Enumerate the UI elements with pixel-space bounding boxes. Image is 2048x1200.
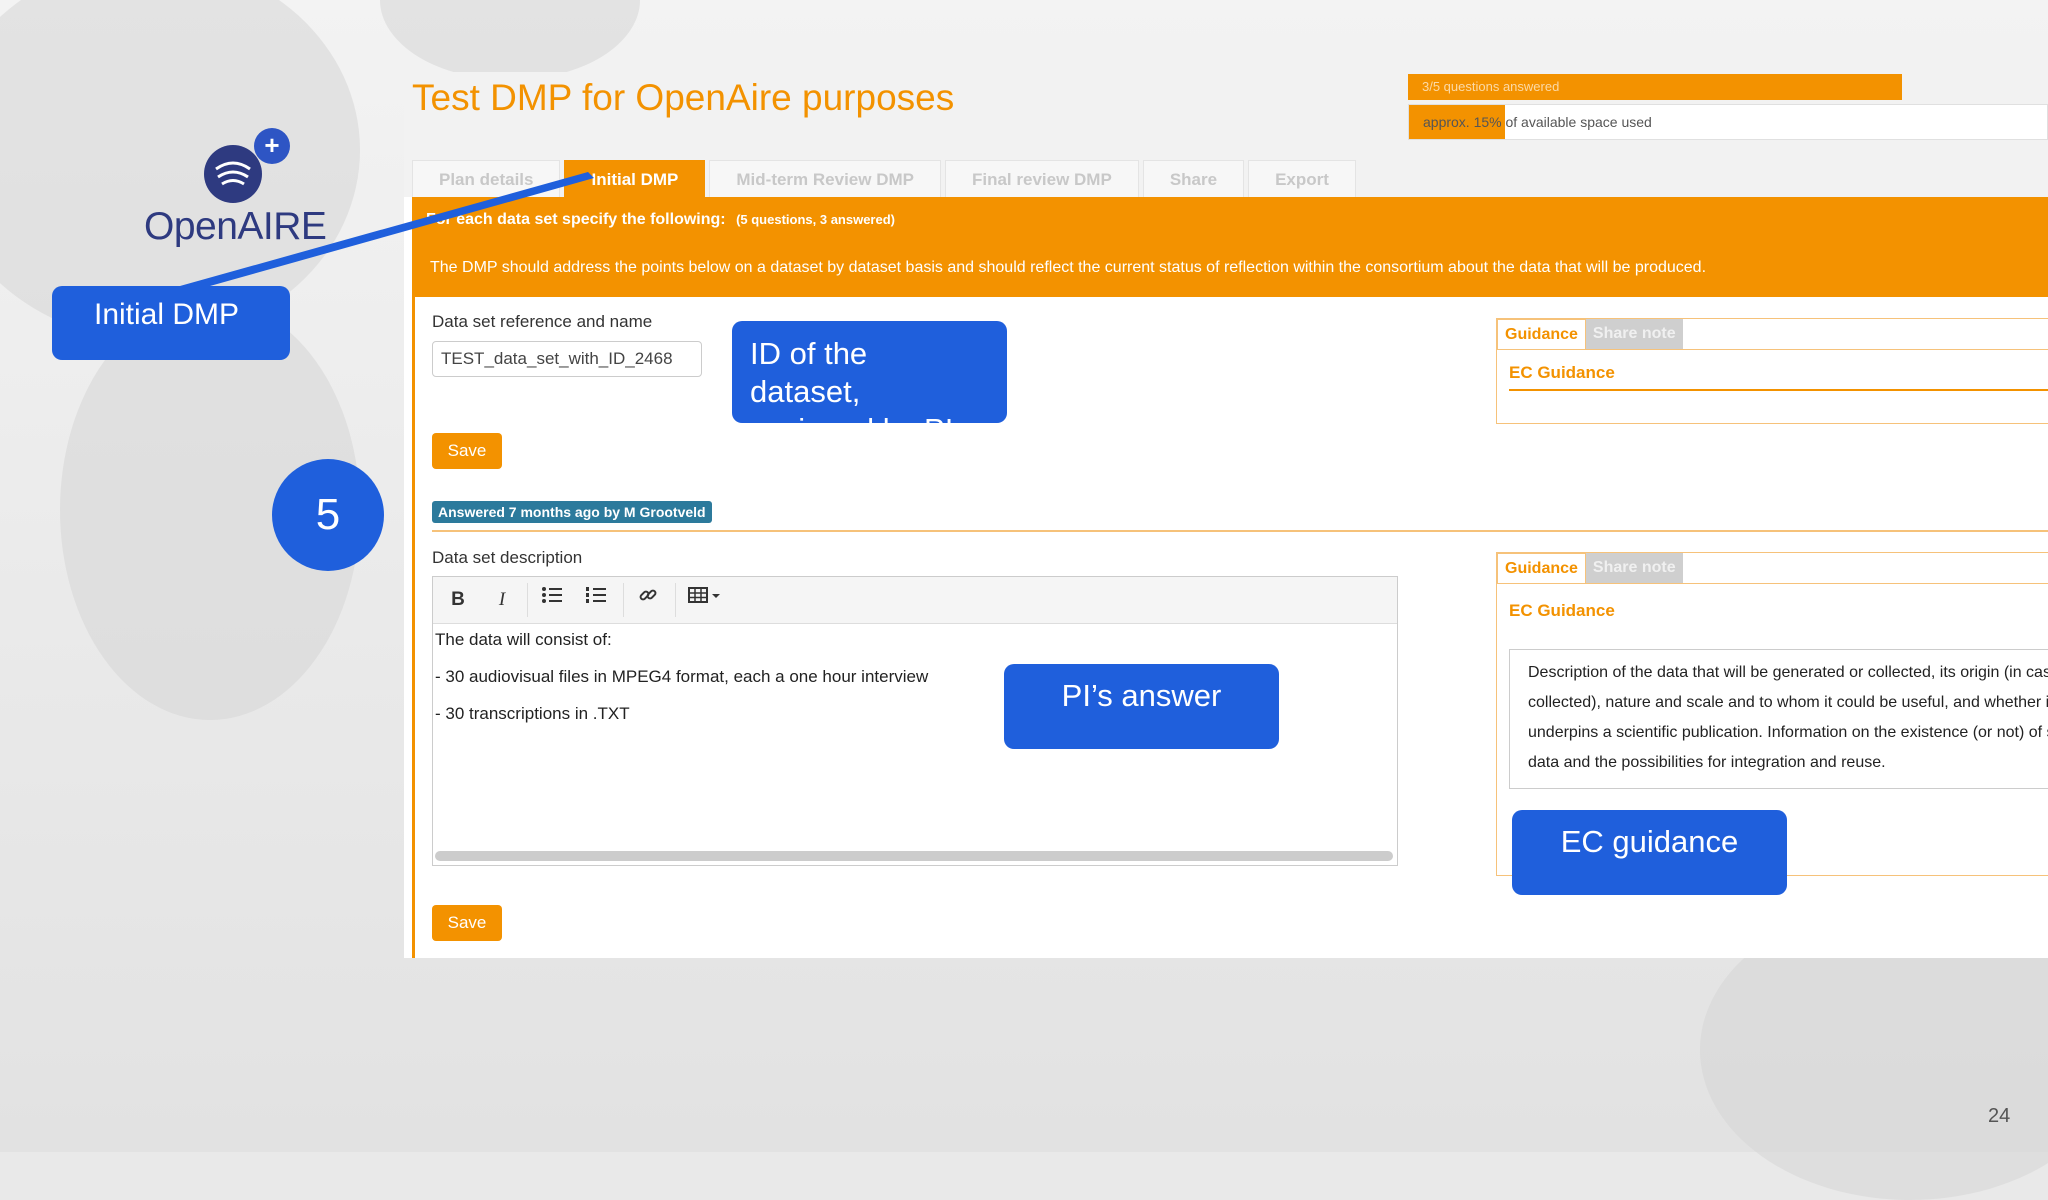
dataset-id-callout: ID of the dataset, assigned by PI [732,321,1007,423]
callout-pointer [180,172,594,286]
ec-guidance-callout: EC guidance [1512,810,1787,895]
pi-answer-callout: PI’s answer [1004,664,1279,749]
step-number-badge: 5 [272,459,384,571]
callout-line: assigned by PI [750,411,1007,423]
initial-dmp-callout: Initial DMP [52,286,290,360]
page-number: 24 [1988,1105,2011,1127]
callout-line: ID of the [750,336,868,371]
callout-line: dataset, [750,374,861,409]
